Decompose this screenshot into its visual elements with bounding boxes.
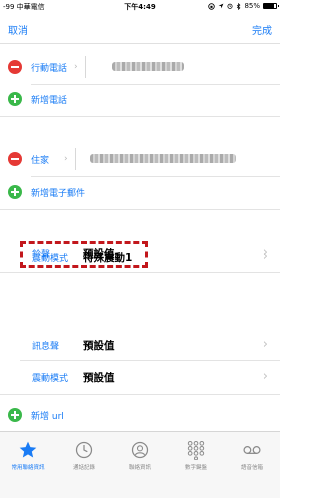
email-field-redacted[interactable] [90,154,236,163]
chevron-right-icon: › [262,369,268,384]
tab-label: 常用聯絡資訊 [11,465,45,471]
battery-icon [263,3,279,9]
chevron-right-icon: › [74,62,78,72]
delete-phone-button[interactable] [8,60,22,74]
add-phone-label[interactable]: 新增電話 [31,93,67,106]
phone-label-selector[interactable]: 行動電話 [31,61,67,74]
chevron-right-icon: › [262,249,268,264]
section-divider [0,272,280,273]
section-divider [0,394,280,395]
location-icon [219,3,224,9]
contacts-icon [131,441,149,459]
star-icon [19,441,37,458]
add-phone-row[interactable]: 新增電話 [0,82,280,116]
add-url-row[interactable]: 新增 url [0,398,280,432]
bluetooth-icon [237,2,241,10]
tab-bar: 常用聯絡資訊 通話記錄 聯絡資訊 數字鍵盤 語音信箱 [0,431,280,498]
add-email-label[interactable]: 新增電子郵件 [31,186,85,199]
battery-percent: 85% [244,2,260,10]
tab-label: 通話記錄 [72,465,95,471]
text-vibration-value: 預設值 [83,372,115,384]
separator [75,148,76,170]
chevron-right-icon: › [64,154,68,164]
add-phone-button[interactable] [8,92,22,106]
tab-voicemail[interactable]: 語音信箱 [224,432,280,498]
lock-rotation-icon [208,2,216,10]
done-button[interactable]: 完成 [252,22,272,37]
text-tone-label: 訊息聲 [32,342,60,352]
phone-number-field-redacted[interactable] [112,62,184,71]
tab-label: 聯絡資訊 [128,465,151,471]
add-url-button[interactable] [8,408,22,422]
cancel-button[interactable]: 取消 [8,22,28,37]
alarm-icon [227,3,233,9]
section-divider [0,116,280,117]
keypad-icon [187,440,205,460]
highlight-annotation [20,241,148,268]
email-row: 住家 › [0,142,280,176]
status-bar: -99 中華電信 下午4:49 85% [0,0,280,12]
email-label-selector[interactable]: 住家 [31,153,49,166]
tab-label: 語音信箱 [240,465,263,471]
text-vibration-label: 震動模式 [32,374,69,384]
status-indicators: 85% [208,2,279,10]
voicemail-icon [243,446,261,454]
tab-contacts[interactable]: 聯絡資訊 [112,432,168,498]
section-divider [0,209,280,210]
tab-keypad[interactable]: 數字鍵盤 [168,432,224,498]
add-email-row[interactable]: 新增電子郵件 [0,175,280,209]
clock-icon [75,441,93,459]
nav-bar: 取消 完成 [0,14,280,44]
battery-fill [264,4,275,8]
add-email-button[interactable] [8,185,22,199]
delete-email-button[interactable] [8,152,22,166]
tab-recents[interactable]: 通話記錄 [56,432,112,498]
separator [85,56,86,78]
tab-label: 數字鍵盤 [184,465,207,471]
chevron-right-icon: › [262,337,268,352]
text-tone-row[interactable]: 訊息聲 預設值 › [0,328,280,362]
add-url-label[interactable]: 新增 url [31,409,64,422]
tab-favorites[interactable]: 常用聯絡資訊 [0,432,56,498]
text-vibration-row[interactable]: 震動模式 預設值 › [0,360,280,394]
text-tone-value: 預設值 [83,340,115,352]
phone-row: 行動電話 › [0,50,280,84]
